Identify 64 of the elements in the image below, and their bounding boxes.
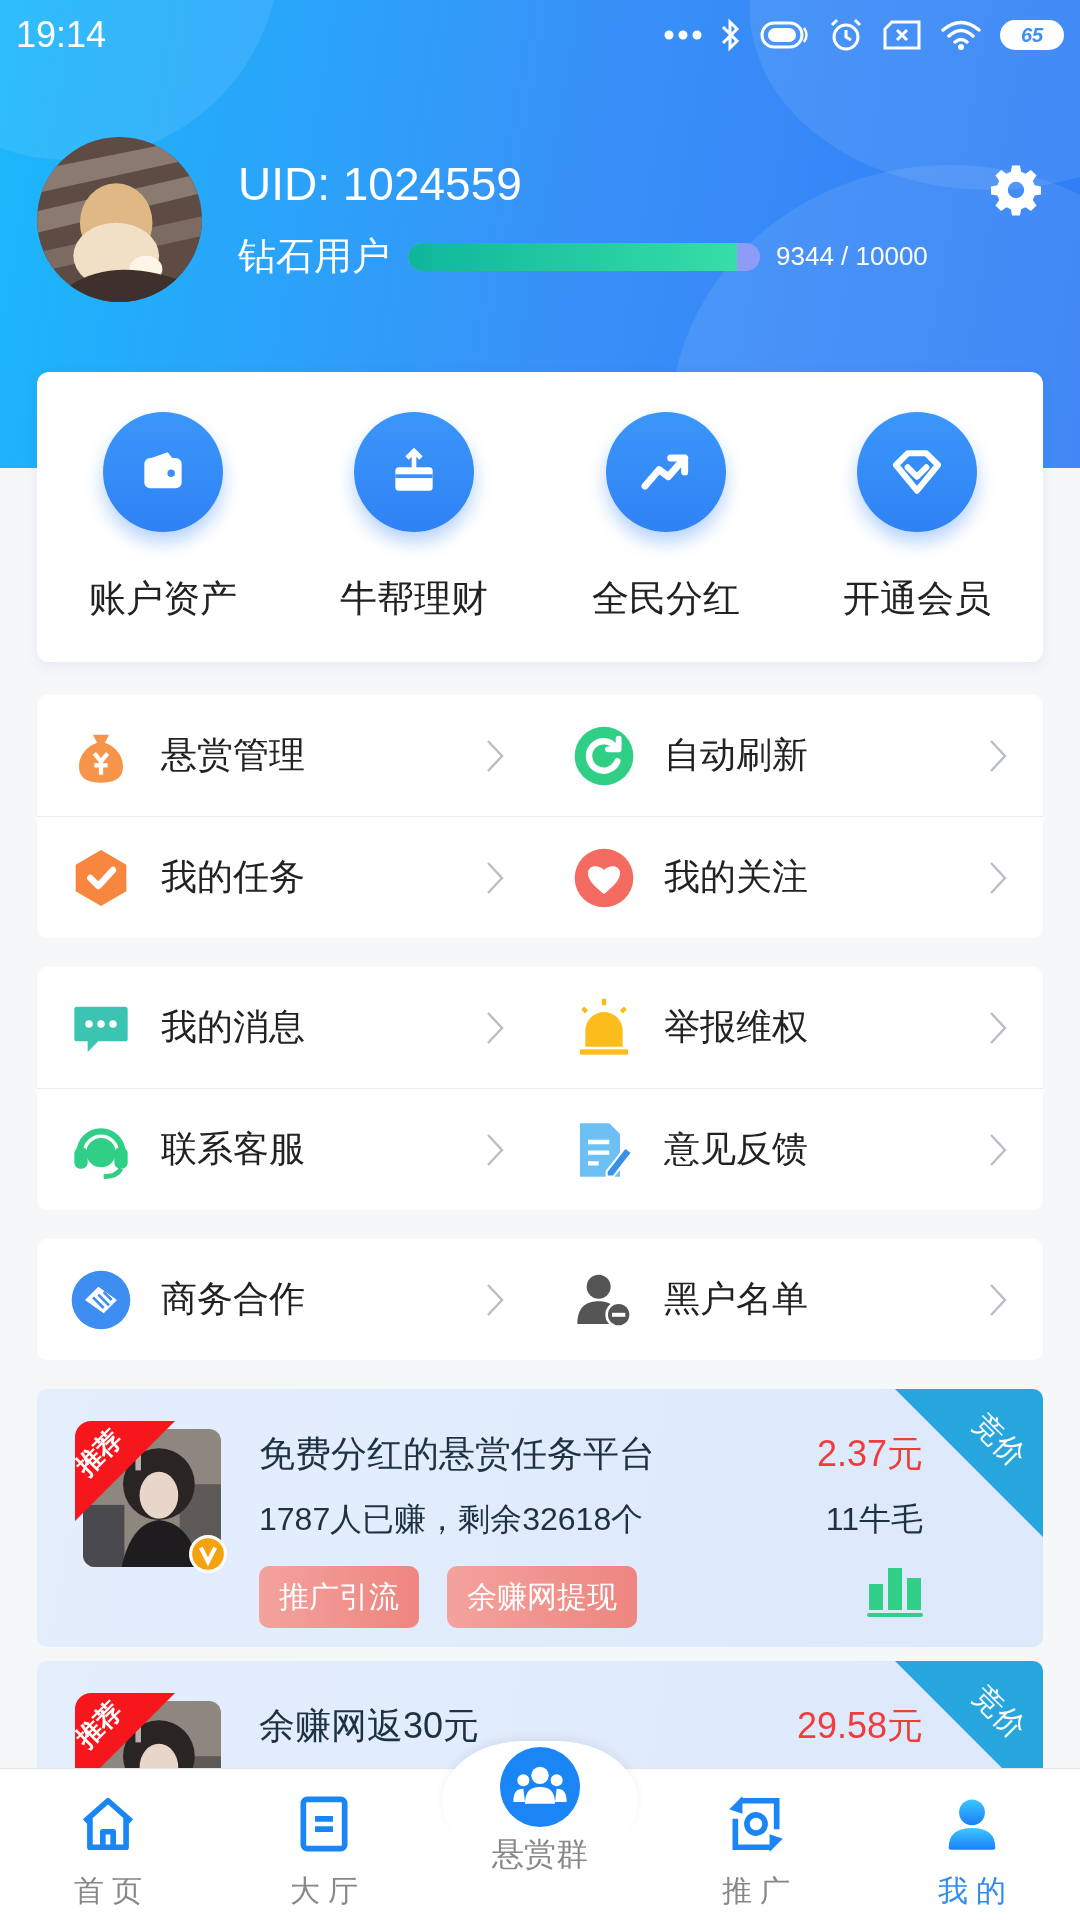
menu-item[interactable]: 联系客服 bbox=[37, 1089, 540, 1210]
menu-item[interactable]: 我的任务 bbox=[37, 817, 540, 938]
menu-label: 商务合作 bbox=[161, 1277, 306, 1321]
quick-action-button[interactable] bbox=[102, 412, 223, 532]
more-dots-icon bbox=[664, 30, 702, 40]
quick-action-label[interactable]: 账户资产 bbox=[88, 574, 237, 624]
battery-saver-icon bbox=[760, 20, 810, 50]
menu-label: 意见反馈 bbox=[664, 1127, 809, 1171]
user-id: UID: 1024559 bbox=[238, 157, 522, 211]
chevron-right-icon bbox=[486, 1132, 504, 1167]
people-icon bbox=[500, 1747, 580, 1827]
chevron-right-icon bbox=[486, 860, 504, 895]
task-price: 29.58元 bbox=[796, 1703, 923, 1748]
menu-label: 我的消息 bbox=[161, 1005, 306, 1049]
chevron-right-icon bbox=[989, 1010, 1007, 1045]
menu-label: 悬赏管理 bbox=[161, 733, 306, 777]
quick-action-button[interactable] bbox=[605, 412, 726, 532]
bidding-ribbon-label: 竞价 bbox=[965, 1406, 1033, 1474]
quick-action-label[interactable]: 牛帮理财 bbox=[340, 574, 489, 624]
chevron-right-icon bbox=[486, 1282, 504, 1317]
tab-item[interactable]: 大 厅 bbox=[216, 1769, 432, 1920]
member-level-label: 钻石用户 bbox=[238, 234, 390, 279]
menu-label: 联系客服 bbox=[161, 1127, 306, 1171]
status-time: 19:14 bbox=[16, 14, 107, 56]
sim-card-x-icon bbox=[882, 19, 922, 51]
chevron-right-icon bbox=[989, 1132, 1007, 1167]
menu-item[interactable]: 我的关注 bbox=[540, 817, 1043, 938]
menu-item[interactable]: 商务合作 bbox=[37, 1239, 540, 1360]
menu-item[interactable]: 意见反馈 bbox=[540, 1089, 1043, 1210]
quick-action-button[interactable] bbox=[857, 412, 978, 532]
quick-action-label[interactable]: 全民分红 bbox=[591, 574, 740, 624]
task-card[interactable]: 推荐 余赚网返30元 29.58元 竞价 bbox=[37, 1661, 1043, 1768]
task-reward: 11牛毛 bbox=[825, 1500, 923, 1539]
level-points: 9344 / 10000 bbox=[776, 241, 928, 272]
battery-level: 65 bbox=[1000, 20, 1064, 50]
menu-label: 我的关注 bbox=[664, 855, 809, 899]
chevron-right-icon bbox=[989, 1282, 1007, 1317]
tab-item[interactable]: 推 广 bbox=[648, 1769, 864, 1920]
chevron-right-icon bbox=[989, 860, 1007, 895]
bar-chart-icon bbox=[867, 1566, 923, 1618]
alarm-clock-icon bbox=[828, 17, 864, 53]
menu-label: 自动刷新 bbox=[664, 733, 809, 777]
task-title: 免费分红的悬赏任务平台 bbox=[259, 1431, 655, 1476]
menu-label: 举报维权 bbox=[664, 1005, 809, 1049]
bidding-ribbon-label: 竞价 bbox=[965, 1678, 1033, 1746]
menu-item[interactable]: 悬赏管理 bbox=[37, 695, 540, 817]
menu-item[interactable]: 自动刷新 bbox=[540, 695, 1043, 817]
menu-label: 我的任务 bbox=[161, 855, 306, 899]
task-tag: 推广引流 bbox=[259, 1566, 419, 1628]
wifi-icon bbox=[940, 19, 982, 51]
menu-item[interactable]: 黑户名单 bbox=[540, 1239, 1043, 1360]
bluetooth-icon bbox=[720, 17, 742, 53]
menu-item[interactable]: 举报维权 bbox=[540, 967, 1043, 1089]
tab-item[interactable]: 首 页 bbox=[0, 1769, 216, 1920]
quick-action-label[interactable]: 开通会员 bbox=[843, 574, 992, 624]
task-price: 2.37元 bbox=[816, 1431, 923, 1476]
chevron-right-icon bbox=[486, 1010, 504, 1045]
task-tag: 余赚网提现 bbox=[447, 1566, 637, 1628]
chevron-right-icon bbox=[486, 738, 504, 773]
quick-action-button[interactable] bbox=[354, 412, 475, 532]
menu-item[interactable]: 我的消息 bbox=[37, 967, 540, 1089]
task-title: 余赚网返30元 bbox=[259, 1703, 480, 1748]
chevron-right-icon bbox=[989, 738, 1007, 773]
menu-label: 黑户名单 bbox=[664, 1277, 809, 1321]
